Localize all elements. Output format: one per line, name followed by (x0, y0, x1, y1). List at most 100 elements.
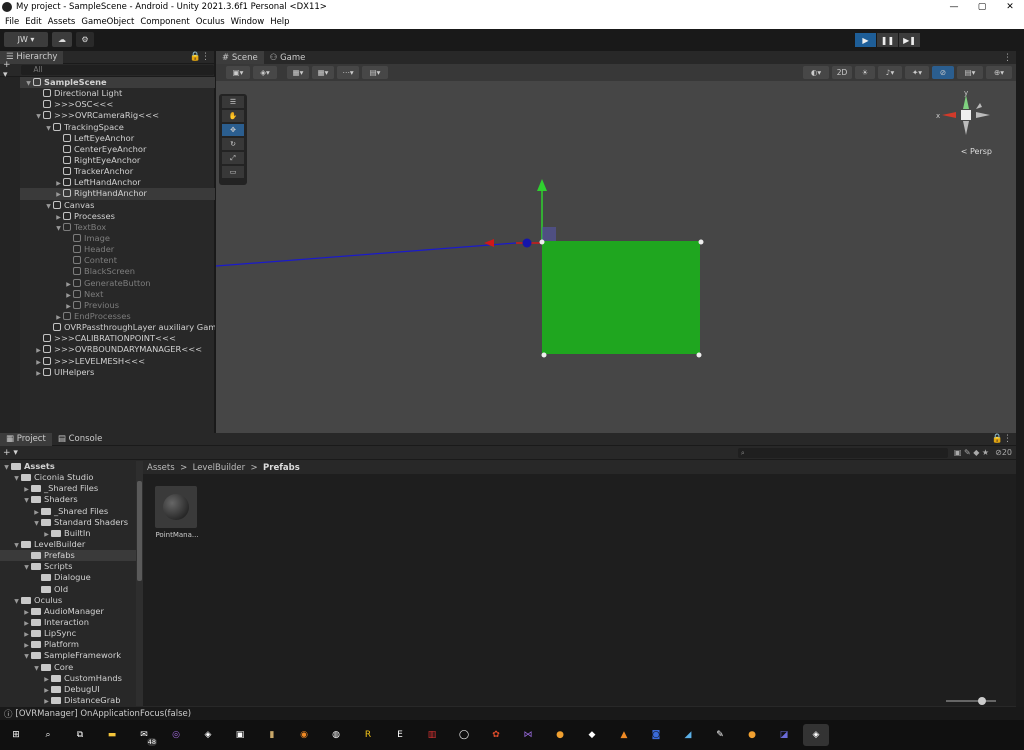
task-view-icon[interactable]: ⧉ (67, 724, 93, 746)
app-icon-6[interactable]: ● (547, 724, 573, 746)
menu-window[interactable]: Window (231, 17, 265, 27)
tree-row[interactable]: ▼ Standard Shaders (0, 517, 136, 528)
oculus-icon[interactable]: ◯ (451, 724, 477, 746)
tree-row[interactable]: ▶ LipSync (0, 628, 136, 639)
expand-arrow-icon[interactable]: ▶ (42, 674, 51, 684)
scale-tool[interactable]: ⤢ (222, 152, 244, 164)
project-tree-scrollbar[interactable] (136, 461, 143, 706)
expand-arrow-icon[interactable]: ▶ (42, 529, 51, 539)
app-icon-5[interactable]: ✿ (483, 724, 509, 746)
tree-row[interactable]: ▶ Platform (0, 639, 136, 650)
tools-handle[interactable]: ☰ (222, 96, 244, 108)
steam-icon[interactable]: ◍ (323, 724, 349, 746)
tree-row[interactable]: ▶ >>>OVRBOUNDARYMANAGER<<< (0, 344, 215, 355)
expand-arrow-icon[interactable]: ▼ (22, 495, 31, 505)
expand-arrow-icon[interactable]: ▼ (2, 462, 11, 472)
scene-viewport[interactable]: ☰ ✋ ✥ ↻ ⤢ ▭ y x < Persp (216, 81, 1016, 433)
tree-row[interactable]: ▶ LeftHandAnchor (0, 177, 215, 188)
tree-row[interactable]: Directional Light (0, 88, 215, 99)
maximize-button[interactable]: ▢ (968, 2, 996, 12)
expand-arrow-icon[interactable]: ▶ (42, 685, 51, 695)
tree-row[interactable]: ▶ Processes (0, 211, 215, 222)
expand-arrow-icon[interactable]: ▼ (12, 473, 21, 483)
tree-row[interactable]: Content (0, 255, 215, 266)
effects-toggle[interactable]: ✦▾ (905, 66, 929, 79)
tree-row[interactable]: ▶ UIHelpers (0, 367, 215, 378)
increment-button[interactable]: ⋯▾ (337, 66, 359, 79)
audio-toggle[interactable]: ♪▾ (878, 66, 902, 79)
expand-arrow-icon[interactable]: ▼ (24, 78, 33, 88)
search-icon[interactable]: ⌕ (35, 724, 61, 746)
expand-arrow-icon[interactable]: ▶ (22, 484, 31, 494)
expand-arrow-icon[interactable]: ▼ (34, 111, 43, 121)
menu-gameobject[interactable]: GameObject (81, 17, 134, 27)
tree-row[interactable]: OVRPassthroughLayer auxiliary GameO (0, 322, 215, 333)
status-bar[interactable]: ⓘ [OVRManager] OnApplicationFocus(false) (0, 707, 1024, 720)
expand-arrow-icon[interactable]: ▶ (34, 345, 43, 355)
menu-oculus[interactable]: Oculus (196, 17, 225, 27)
render-mode-button[interactable]: ◐▾ (803, 66, 829, 79)
expand-arrow-icon[interactable]: ▶ (54, 189, 63, 199)
rect-tool[interactable]: ▭ (222, 166, 244, 178)
gizmo-mode-button[interactable]: ◈▾ (253, 66, 277, 79)
expand-arrow-icon[interactable]: ▶ (54, 178, 63, 188)
tree-row[interactable]: ▼ SampleFramework (0, 650, 136, 661)
tree-row[interactable]: ▶ >>>LEVELMESH<<< (0, 356, 215, 367)
camera-settings-button[interactable]: ▤▾ (957, 66, 983, 79)
expand-arrow-icon[interactable]: ▶ (22, 629, 31, 639)
paint-icon[interactable]: ✎ (707, 724, 733, 746)
close-button[interactable]: ✕ (996, 2, 1024, 12)
app-icon-2[interactable]: ▣ (227, 724, 253, 746)
epic-games-icon[interactable]: E (387, 724, 413, 746)
scene-menu-icon[interactable]: ⋮ (1003, 53, 1012, 63)
expand-arrow-icon[interactable]: ▼ (22, 651, 31, 661)
tree-row[interactable]: Header (0, 244, 215, 255)
app-icon-1[interactable]: ◎ (163, 724, 189, 746)
project-lock-icon[interactable]: 🔒⋮ (992, 434, 1012, 444)
tree-row[interactable]: ▶ Interaction (0, 617, 136, 628)
app-icon-4[interactable]: ▥ (419, 724, 445, 746)
tab-game[interactable]: ⚇ Game (264, 51, 312, 64)
scrollbar-thumb[interactable] (137, 481, 142, 581)
tree-row[interactable]: ▶ DebugUI (0, 684, 136, 695)
expand-arrow-icon[interactable]: ▶ (64, 290, 73, 300)
tab-scene[interactable]: # Scene (216, 51, 264, 64)
file-explorer-icon[interactable]: ▬ (99, 724, 125, 746)
rockstar-icon[interactable]: R (355, 724, 381, 746)
breadcrumb-prefabs[interactable]: Prefabs (263, 463, 300, 473)
expand-arrow-icon[interactable]: ▼ (22, 562, 31, 572)
menu-help[interactable]: Help (270, 17, 289, 27)
tree-row[interactable]: ▼ TextBox (0, 222, 215, 233)
tree-row[interactable]: >>>OSC<<< (0, 99, 215, 110)
tree-row[interactable]: ▼ Assets (0, 461, 136, 472)
tree-row[interactable]: ▼ Shaders (0, 494, 136, 505)
tree-row[interactable]: ▼ SampleScene (0, 77, 215, 89)
tree-row[interactable]: ▶ Previous (0, 300, 215, 311)
gizmos-button[interactable]: ⊕▾ (986, 66, 1012, 79)
app-icon-9[interactable]: ● (739, 724, 765, 746)
mail-icon[interactable]: ✉ 48 (131, 724, 157, 746)
tree-row[interactable]: ▼ Ciconia Studio (0, 472, 136, 483)
project-filter-icons[interactable]: ▣ ✎ ◆ ★ (954, 448, 989, 457)
expand-arrow-icon[interactable]: ▶ (22, 618, 31, 628)
hidden-count[interactable]: ⊘20 (995, 448, 1012, 457)
tree-row[interactable]: ▶ Next (0, 289, 215, 300)
app-icon-8[interactable]: ◢ (675, 724, 701, 746)
expand-arrow-icon[interactable]: ▶ (22, 640, 31, 650)
menu-assets[interactable]: Assets (48, 17, 76, 27)
zoom-slider-thumb[interactable] (978, 697, 986, 705)
tree-row[interactable]: RightEyeAnchor (0, 155, 215, 166)
hierarchy-search-input[interactable]: All (21, 65, 214, 75)
windows-start-icon[interactable]: ⊞ (3, 724, 29, 746)
tree-row[interactable]: ▶ _Shared Files (0, 483, 136, 494)
tree-row[interactable]: ▼ LevelBuilder (0, 539, 136, 550)
play-button[interactable]: ▶ (855, 33, 876, 47)
tree-row[interactable]: Image (0, 233, 215, 244)
teams-icon[interactable]: ◪ (771, 724, 797, 746)
expand-arrow-icon[interactable]: ▶ (32, 507, 41, 517)
tree-row[interactable]: ▶ GenerateButton (0, 278, 215, 289)
tree-row[interactable]: LeftEyeAnchor (0, 133, 215, 144)
tree-row[interactable]: BlackScreen (0, 266, 215, 277)
app-icon-3[interactable]: ▮ (259, 724, 285, 746)
expand-arrow-icon[interactable]: ▼ (32, 518, 41, 528)
